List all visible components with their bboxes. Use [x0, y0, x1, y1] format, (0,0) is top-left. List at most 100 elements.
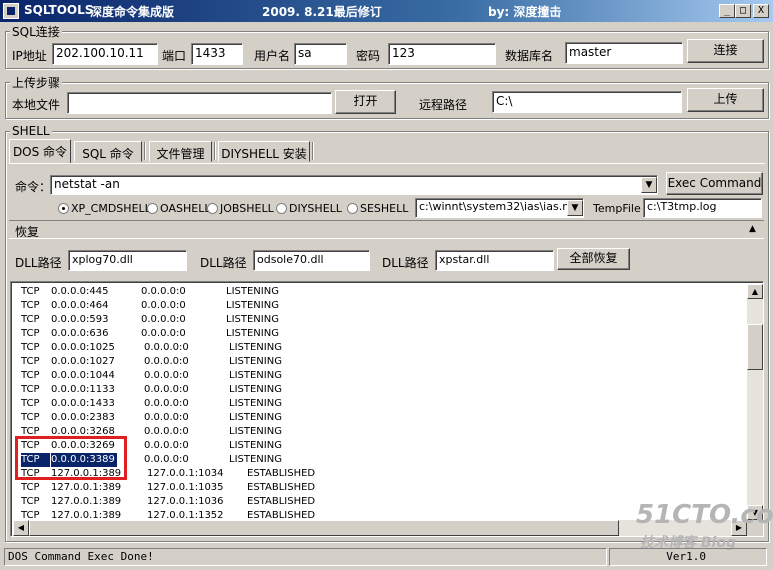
tab-separator — [214, 142, 216, 160]
output-cell: 0.0.0.0:0 — [144, 398, 189, 409]
vertical-scrollbar[interactable] — [747, 284, 763, 520]
username-label: 用户名 — [254, 49, 291, 63]
username-input[interactable]: sa — [294, 43, 347, 65]
dll3-input[interactable]: xpstar.dll — [435, 250, 554, 271]
radio-jobshell[interactable]: JOBSHELL — [207, 202, 274, 215]
connect-button[interactable]: 连接 — [687, 39, 764, 63]
output-cell: 127.0.0.1:1035 — [147, 482, 224, 493]
scroll-left-button[interactable]: ◀ — [13, 520, 29, 536]
local-file-label: 本地文件 — [12, 98, 61, 112]
password-input[interactable]: 123 — [388, 43, 496, 65]
tempfile-label: TempFile — [593, 202, 641, 215]
port-input[interactable]: 1433 — [191, 43, 243, 65]
title-bar[interactable]: SQLTOOLS 深度命令集成版 2009. 8.21最后修订 by: 深度撞击… — [0, 0, 773, 22]
open-button[interactable]: 打开 — [335, 90, 396, 114]
mdb-path-input[interactable]: c:\winnt\system32\ias\ias.mdb — [415, 198, 584, 218]
output-cell: 0.0.0.0:464 — [51, 300, 109, 311]
author-text: by: 深度撞击 — [488, 5, 562, 19]
output-cell: 0.0.0.0:0 — [144, 384, 189, 395]
output-cell: TCP — [21, 398, 40, 409]
output-cell: 0.0.0.0:636 — [51, 328, 109, 339]
output-cell: 0.0.0.0:1133 — [51, 384, 115, 395]
output-cell: 0.0.0.0:0 — [141, 328, 186, 339]
output-cell: 0.0.0.0:1025 — [51, 342, 115, 353]
watermark-site: 51CTO.com — [636, 500, 773, 530]
output-cell: 0.0.0.0:0 — [144, 426, 189, 437]
output-cell: LISTENING — [229, 440, 282, 451]
radio-dot — [347, 203, 358, 214]
password-label: 密码 — [356, 49, 381, 63]
arrow-left-icon: ◀ — [17, 523, 25, 532]
revision-date: 2009. 8.21最后修订 — [262, 5, 382, 19]
output-cell: 0.0.0.0:1433 — [51, 398, 115, 409]
remote-path-input[interactable]: C:\ — [492, 91, 682, 113]
port-label: 端口 — [162, 49, 187, 63]
output-cell: 0.0.0.0:0 — [144, 454, 189, 465]
upload-button[interactable]: 上传 — [687, 88, 764, 112]
output-cell: 0.0.0.0:1027 — [51, 356, 115, 367]
output-cell: ESTABLISHED — [247, 482, 316, 493]
radio-dot — [58, 203, 69, 214]
output-cell: 127.0.0.1:389 — [51, 482, 122, 493]
tab-separator — [144, 142, 146, 160]
output-cell: LISTENING — [229, 370, 282, 381]
output-cell: TCP — [21, 328, 40, 339]
radio-seshell[interactable]: SESHELL — [347, 202, 408, 215]
output-cell: 0.0.0.0:0 — [141, 300, 186, 311]
dll2-label: DLL路径 — [200, 256, 247, 270]
output-cell: 0.0.0.0:0 — [144, 370, 189, 381]
output-cell: LISTENING — [229, 384, 282, 395]
highlight-box — [15, 436, 127, 480]
collapse-up-icon[interactable]: ▲ — [749, 224, 756, 234]
command-input[interactable]: netstat -an — [50, 175, 658, 195]
dll2-input[interactable]: odsole70.dll — [253, 250, 370, 271]
output-cell: LISTENING — [226, 328, 279, 339]
tab-dos-command[interactable]: DOS 命令 — [9, 139, 71, 164]
database-input[interactable]: master — [565, 42, 683, 64]
tab-separator — [312, 142, 314, 160]
radio-oashell[interactable]: OASHELL — [147, 202, 210, 215]
restore-header[interactable]: 恢复 ▲ — [9, 220, 764, 239]
tab-sql-command[interactable]: SQL 命令 — [74, 141, 142, 162]
tempfile-input[interactable]: c:\T3tmp.log — [643, 198, 762, 218]
ip-input[interactable]: 202.100.10.11 — [52, 43, 158, 65]
restore-title: 恢复 — [15, 225, 40, 239]
output-cell: 0.0.0.0:0 — [144, 412, 189, 423]
output-cell: 0.0.0.0:0 — [144, 342, 189, 353]
horizontal-scroll-thumb[interactable] — [29, 520, 619, 536]
app-icon[interactable] — [3, 3, 19, 19]
local-file-input[interactable] — [67, 92, 332, 114]
restore-all-button[interactable]: 全部恢复 — [557, 248, 630, 270]
close-button[interactable]: X — [753, 4, 769, 18]
sql-connect-legend: SQL连接 — [10, 23, 62, 40]
command-dropdown-arrow[interactable]: ▼ — [641, 177, 657, 193]
vertical-scroll-thumb[interactable] — [747, 324, 763, 370]
minimize-button[interactable]: _ — [719, 4, 735, 18]
output-cell: 0.0.0.0:1044 — [51, 370, 115, 381]
dll1-input[interactable]: xplog70.dll — [68, 250, 187, 271]
chevron-down-icon: ▼ — [571, 203, 579, 213]
chevron-down-icon: ▼ — [645, 180, 653, 190]
tab-diyshell-install[interactable]: DIYSHELL 安装 — [218, 141, 310, 162]
exec-command-button[interactable]: Exec Command — [666, 172, 763, 195]
output-cell: 0.0.0.0:445 — [51, 286, 109, 297]
output-cell: 0.0.0.0:593 — [51, 314, 109, 325]
output-cell: TCP — [21, 356, 40, 367]
dll1-label: DLL路径 — [15, 256, 62, 270]
maximize-button[interactable]: □ — [735, 4, 751, 18]
tab-file-manager[interactable]: 文件管理 — [149, 141, 212, 162]
output-cell: LISTENING — [229, 356, 282, 367]
radio-dot — [147, 203, 158, 214]
arrow-up-icon: ▲ — [751, 287, 759, 296]
mdb-dropdown-arrow[interactable]: ▼ — [567, 200, 583, 216]
upload-legend: 上传步骤 — [10, 74, 63, 91]
output-console[interactable]: TCP 0.0.0.0:445 0.0.0.0:0 LISTENING TCP 0.0.0… — [10, 281, 764, 537]
window-title: 深度命令集成版 — [90, 5, 175, 19]
scroll-up-button[interactable]: ▲ — [747, 284, 763, 299]
output-cell: TCP — [21, 496, 40, 507]
output-cell: 0.0.0.0:0 — [144, 356, 189, 367]
radio-diyshell[interactable]: DIYSHELL — [276, 202, 342, 215]
output-cell: 0.0.0.0:0 — [141, 286, 186, 297]
output-cell: LISTENING — [226, 286, 279, 297]
radio-xp-cmdshell[interactable]: XP_CMDSHELL — [58, 202, 151, 215]
